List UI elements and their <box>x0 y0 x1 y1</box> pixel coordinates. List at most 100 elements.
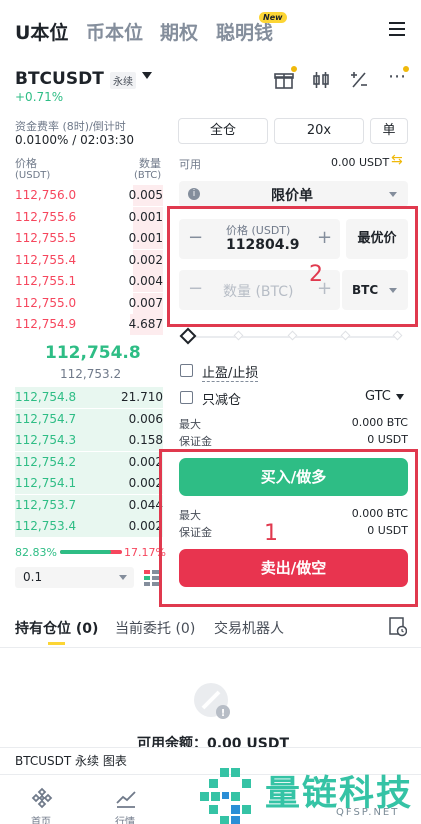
tif-chevron-icon[interactable] <box>396 394 404 400</box>
transfer-icon[interactable]: ⇆ <box>391 152 403 168</box>
ask-price: 112,755.0 <box>15 295 77 310</box>
bid-row[interactable]: 112,754.8 21.710 <box>15 387 163 408</box>
bid-qty: 0.006 <box>128 411 163 426</box>
reduce-only-label[interactable]: 只减仓 <box>202 389 241 408</box>
ask-row[interactable]: 112,755.6 0.001 <box>15 206 163 228</box>
home-icon[interactable] <box>31 787 53 813</box>
gift-notification-dot <box>291 66 297 72</box>
tabs-divider <box>0 647 421 648</box>
bid-row[interactable]: 112,753.7 0.044 <box>15 494 163 516</box>
tab-trading-bots[interactable]: 交易机器人 <box>214 618 284 638</box>
tab-options[interactable]: 期权 <box>160 18 198 45</box>
symbol-dropdown-icon[interactable] <box>142 72 152 79</box>
time-in-force-select[interactable]: GTC <box>365 389 391 404</box>
max-value: 0.000 BTC <box>351 416 408 429</box>
last-price: 112,754.8 <box>45 343 141 363</box>
slider-marker-50[interactable] <box>287 330 298 341</box>
buy-ratio: 82.83% <box>15 546 57 559</box>
nav-markets-label[interactable]: 行情 <box>115 813 135 824</box>
bid-price: 112,754.2 <box>15 454 77 469</box>
bid-price: 112,754.8 <box>15 390 77 404</box>
bid-price: 112,754.7 <box>15 411 77 426</box>
order-type-value: 限价单 <box>271 188 313 204</box>
ask-qty: 0.005 <box>128 188 163 202</box>
margin-label: 保证金 <box>179 435 212 448</box>
tp-sl-label[interactable]: 止盈/止损 <box>202 362 259 382</box>
annotation-number-2: 2 <box>309 262 323 287</box>
ask-qty: 0.007 <box>128 295 163 310</box>
slider-marker-100[interactable] <box>392 330 403 341</box>
order-type-select[interactable]: i 限价单 <box>179 181 408 207</box>
order-type-chevron-icon <box>389 192 397 197</box>
contract-type-badge: 永续 <box>110 72 136 89</box>
ask-qty: 0.002 <box>128 252 163 267</box>
tab-coin-margined[interactable]: 币本位 <box>86 18 143 45</box>
precision-chevron-icon <box>119 575 127 580</box>
ask-row[interactable]: 112,755.1 0.004 <box>15 271 163 292</box>
annotation-frame-1 <box>159 449 418 607</box>
order-history-icon[interactable] <box>389 617 408 641</box>
markets-icon[interactable] <box>115 787 137 813</box>
ask-qty: 4.687 <box>128 317 163 331</box>
tab-positions[interactable]: 持有仓位 (0) <box>15 618 98 638</box>
margin-mode-button[interactable]: 全仓 <box>178 118 268 144</box>
margin-value: 0 USDT <box>367 433 408 446</box>
ask-row[interactable]: 112,755.0 0.007 <box>15 292 163 314</box>
qty-column-header: 数量 <box>139 157 161 170</box>
nav-home-label[interactable]: 首页 <box>31 813 51 824</box>
tab-usdt-margined[interactable]: U本位 <box>15 18 68 45</box>
calculator-icon[interactable] <box>349 70 369 95</box>
bid-price: 112,753.7 <box>15 497 77 512</box>
candlestick-chart-icon[interactable] <box>311 70 331 95</box>
precision-select[interactable]: 0.1 <box>15 567 134 588</box>
bid-row[interactable]: 112,754.1 0.002 <box>15 473 163 494</box>
bid-qty: 0.002 <box>128 519 163 533</box>
bid-price: 112,753.4 <box>15 519 77 533</box>
funding-rate-label: 资金费率 (8时)/倒计时 <box>15 120 126 133</box>
bid-row[interactable]: 112,753.4 0.002 <box>15 516 163 537</box>
info-icon: i <box>188 188 200 200</box>
bid-qty: 21.710 <box>121 390 163 404</box>
qty-column-unit: (BTC) <box>134 170 162 181</box>
reduce-only-checkbox[interactable] <box>180 391 193 404</box>
ask-row[interactable]: 112,755.4 0.002 <box>15 249 163 271</box>
ask-qty: 0.004 <box>128 274 163 288</box>
tp-sl-checkbox[interactable] <box>180 364 193 377</box>
ask-price: 112,754.9 <box>15 317 77 331</box>
menu-icon[interactable] <box>389 22 405 40</box>
tab-open-orders[interactable]: 当前委托 (0) <box>115 618 195 638</box>
annotation-number-1: 1 <box>264 521 278 546</box>
ask-price: 112,755.6 <box>15 209 77 224</box>
ask-price: 112,755.1 <box>15 274 77 288</box>
watermark-url: QFSP.NET <box>336 807 400 818</box>
bid-price: 112,754.1 <box>15 476 77 490</box>
more-notification-dot <box>403 66 409 72</box>
annotation-frame-2 <box>167 206 418 327</box>
available-value: 0.00 USDT <box>331 156 390 169</box>
ratio-bar-buy-fill <box>60 550 112 554</box>
price-column-header: 价格 <box>15 157 37 170</box>
slider-marker-75[interactable] <box>340 330 351 341</box>
ticker-chart-link[interactable]: BTCUSDT 永续 图表 <box>15 752 127 769</box>
ask-row[interactable]: 112,756.0 0.005 <box>15 185 163 206</box>
funding-rate-value: 0.0100% / 02:03:30 <box>15 133 134 147</box>
ask-qty: 0.001 <box>128 231 163 245</box>
bid-qty: 0.002 <box>128 454 163 469</box>
bid-row[interactable]: 112,754.7 0.006 <box>15 408 163 430</box>
leverage-button[interactable]: 20x <box>274 118 364 144</box>
quantity-slider-handle[interactable] <box>179 327 197 345</box>
position-mode-button[interactable]: 单 <box>370 118 408 144</box>
gift-icon[interactable] <box>274 70 294 95</box>
watermark-logo-icon <box>198 766 258 824</box>
ratio-bar <box>60 550 122 554</box>
symbol-title[interactable]: BTCUSDT <box>15 69 104 89</box>
max-label: 最大 <box>179 418 201 431</box>
active-tab-indicator <box>48 642 65 645</box>
mark-price: 112,753.2 <box>60 367 122 381</box>
bid-qty: 0.158 <box>128 433 163 447</box>
slider-marker-25[interactable] <box>233 330 244 341</box>
bid-row[interactable]: 112,754.3 0.158 <box>15 430 163 451</box>
ask-row[interactable]: 112,755.5 0.001 <box>15 228 163 249</box>
ask-row[interactable]: 112,754.9 4.687 <box>15 314 163 335</box>
bid-row[interactable]: 112,754.2 0.002 <box>15 451 163 473</box>
